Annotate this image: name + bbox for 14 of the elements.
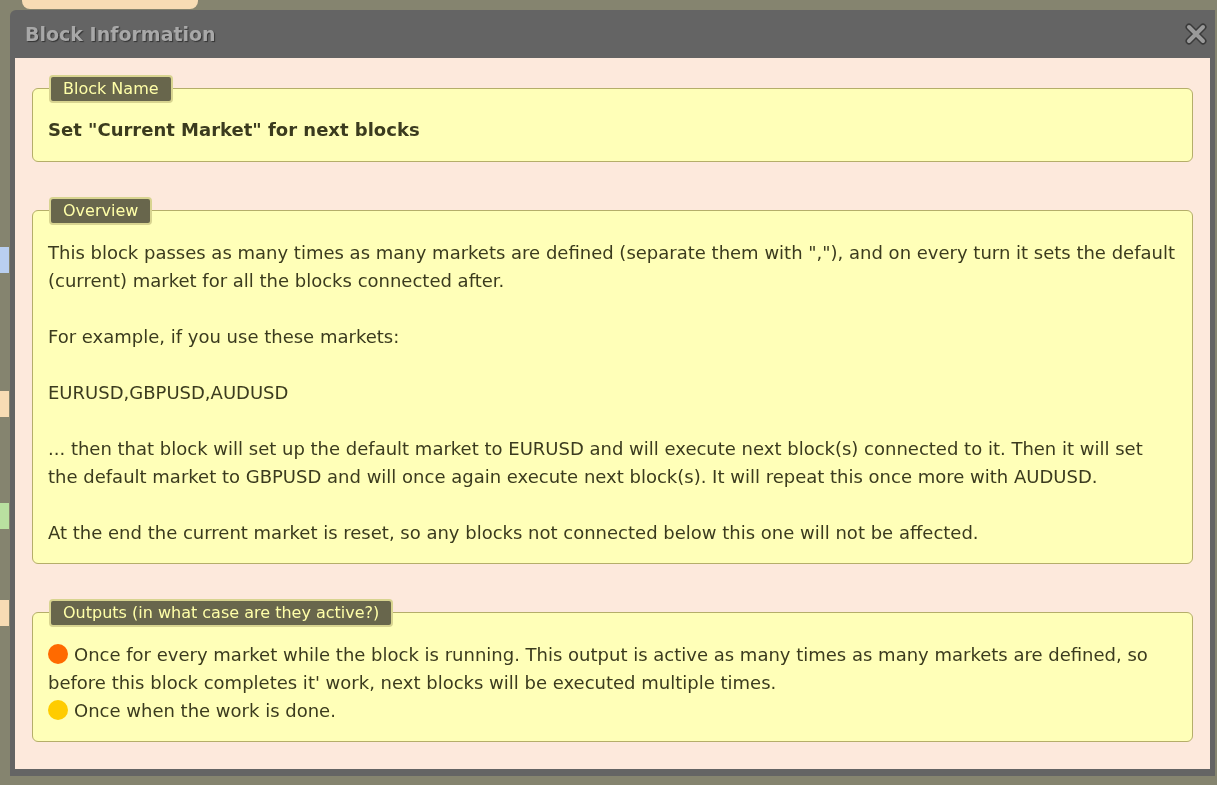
output-description: Once for every market while the block is running. This output is active as many times as many markets are defined, so before this block completes it' work, next blocks will be executed multiple times. <box>48 644 1148 693</box>
overview-paragraph: At the end the current market is reset, so any blocks not connected below this one will not be affected. <box>48 521 980 545</box>
close-icon <box>1185 23 1207 45</box>
overview-paragraph: For example, if you use these markets: <box>48 325 401 349</box>
close-button[interactable] <box>1183 21 1209 47</box>
overview-paragraph: ... then that block will set up the default market to EURUSD and will execute next block(s) connected to it. Then it will set the default market to GBPUSD and will once again execute next block(s). It will repeat this once more with AUDUSD. <box>48 437 1144 489</box>
section-legend: Block Name <box>49 75 173 103</box>
overview-paragraph: This block passes as many times as many markets are defined (separate them with ","), and on every turn it sets the default (current) market for all the blocks connected after. <box>48 241 1176 293</box>
output-description: Once when the work is done. <box>74 700 336 721</box>
overview-paragraph: EURUSD,GBPUSD,AUDUSD <box>48 381 290 405</box>
section-legend: Overview <box>49 197 153 225</box>
section-legend: Outputs (in what case are they active?) <box>49 599 394 627</box>
window-title: Block Information <box>25 21 216 47</box>
block-name-text: Set "Current Market" for next blocks <box>48 118 421 142</box>
